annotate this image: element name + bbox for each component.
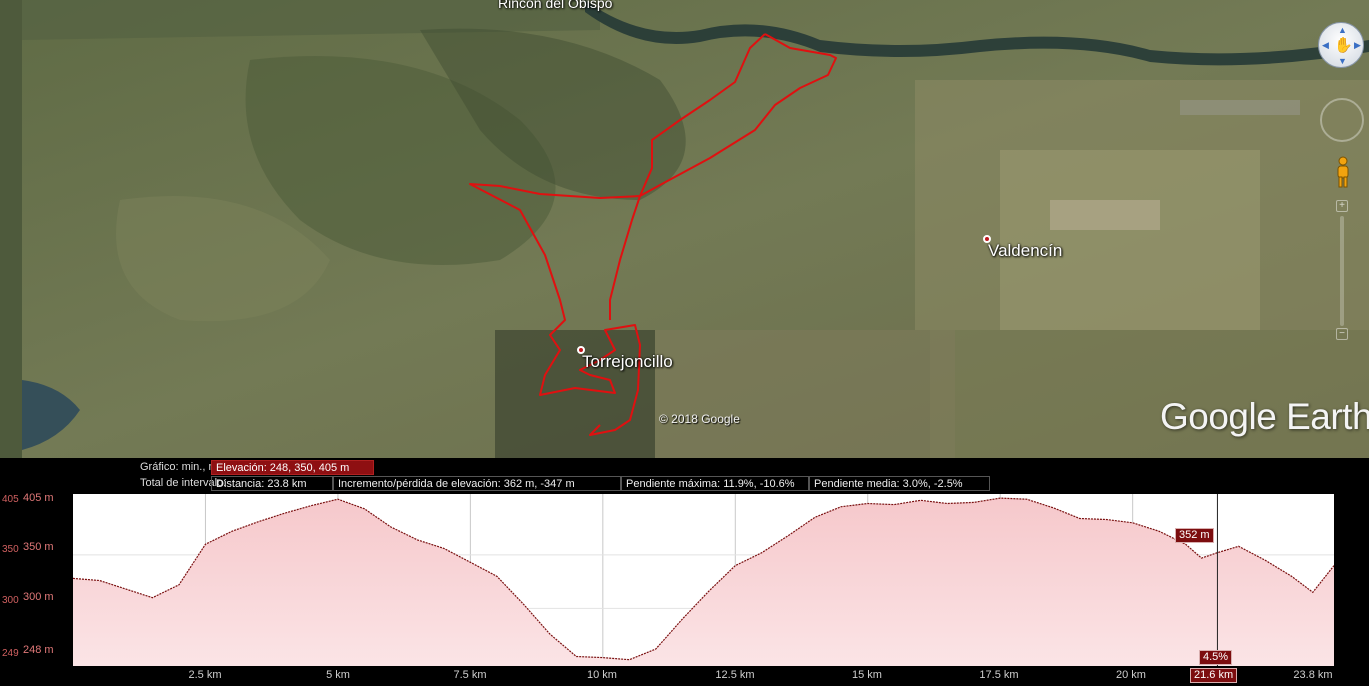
satellite-imagery [0, 0, 1369, 458]
x-tick-6: 17.5 km [979, 669, 1019, 681]
x-tick-3: 10 km [587, 669, 617, 681]
cursor-distance-label: 21.6 km [1190, 668, 1238, 683]
x-tick-5: 15 km [852, 669, 882, 681]
x-tick-7: 20 km [1116, 669, 1146, 681]
map-copyright: © 2018 Google [659, 412, 740, 426]
pegman-icon[interactable] [1335, 156, 1351, 188]
elevation-plot[interactable] [72, 494, 1335, 666]
graph-stats-label: Gráfico: min., media, máx.: [140, 461, 272, 473]
y-tick-outer-3: 249 [2, 648, 19, 659]
y-tick-inner-2: 300 m [23, 591, 54, 603]
nav-left-arrow-icon[interactable]: ◀ [1322, 41, 1329, 50]
y-tick-outer-0: 405 [2, 494, 19, 505]
place-label-torrejoncillo[interactable]: Torrejoncillo [582, 352, 673, 372]
cursor-elevation-label: 352 m [1175, 528, 1214, 543]
nav-down-arrow-icon[interactable]: ▼ [1338, 57, 1347, 66]
hand-icon: ✋ [1334, 37, 1353, 54]
elevation-stats[interactable]: Elevación: 248, 350, 405 m [211, 460, 374, 475]
x-tick-0: 2.5 km [188, 669, 222, 681]
max-slope-stat[interactable]: Pendiente máxima: 11.9%, -10.6% [621, 476, 809, 491]
y-tick-outer-2: 300 [2, 595, 19, 606]
x-tick-8: 23.8 km [1293, 669, 1333, 681]
elevation-gain-loss-stat[interactable]: Incremento/pérdida de elevación: 362 m, … [333, 476, 621, 491]
zoom-out-button[interactable]: − [1336, 328, 1348, 340]
elevation-chart-svg[interactable] [72, 494, 1335, 666]
zoom-slider-icon[interactable]: + − [1336, 200, 1348, 342]
nav-right-arrow-icon[interactable]: ▶ [1354, 41, 1361, 50]
google-earth-logo: Google Earth [1160, 396, 1369, 437]
y-tick-inner-1: 350 m [23, 541, 54, 553]
y-tick-outer-1: 350 [2, 544, 19, 555]
nav-up-arrow-icon[interactable]: ▲ [1338, 26, 1347, 35]
place-label-rincon: Rincón del Obispo [498, 0, 613, 11]
avg-slope-stat[interactable]: Pendiente media: 3.0%, -2.5% [809, 476, 990, 491]
distance-stat[interactable]: Distancia: 23.8 km [211, 476, 333, 491]
elevation-area [73, 498, 1334, 666]
y-tick-inner-3: 248 m [23, 644, 54, 656]
cursor-slope-label: 4.5% [1199, 650, 1233, 665]
x-tick-4: 12.5 km [715, 669, 755, 681]
look-ring-icon[interactable] [1320, 98, 1364, 142]
place-label-valdencin[interactable]: Valdencín [988, 241, 1062, 261]
zoom-in-button[interactable]: + [1336, 200, 1348, 212]
zoom-track[interactable] [1340, 216, 1344, 326]
x-tick-1: 5 km [326, 669, 350, 681]
interval-total-label: Total de intervalo: [140, 477, 227, 489]
x-tick-2: 7.5 km [453, 669, 487, 681]
map-view[interactable]: Rincón del Obispo Torrejoncillo Valdencí… [0, 0, 1369, 458]
navigation-compass-icon[interactable]: ▲ ▼ ◀ ▶ ✋ [1318, 22, 1364, 68]
y-tick-inner-0: 405 m [23, 492, 54, 504]
